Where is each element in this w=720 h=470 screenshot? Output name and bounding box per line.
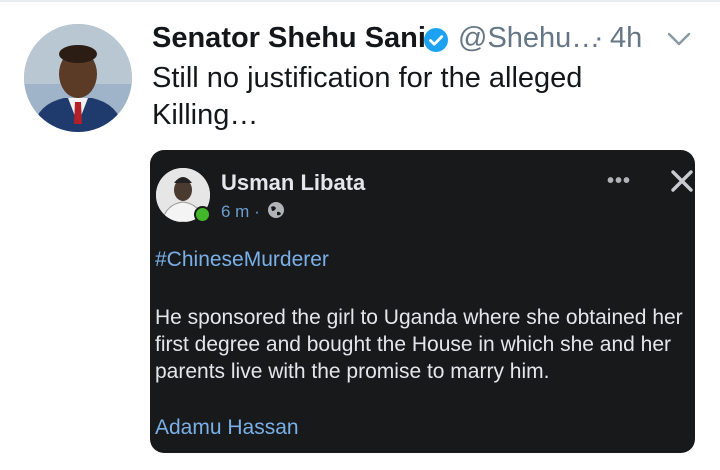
- globe-icon: [268, 202, 284, 218]
- verified-badge-icon: [424, 28, 448, 52]
- post-signature: Adamu Hassan: [155, 416, 299, 439]
- more-options-icon: •••: [607, 170, 632, 192]
- online-status-dot: [194, 206, 211, 223]
- chevron-down-icon[interactable]: [666, 28, 692, 50]
- author-avatar[interactable]: [24, 24, 132, 132]
- author-name[interactable]: Senator Shehu Sani: [152, 22, 426, 55]
- post-meta-separator: ·: [254, 202, 260, 221]
- post-hashtag: #ChineseMurderer: [155, 248, 329, 271]
- header-separator: ·: [594, 22, 604, 54]
- post-body-text: He sponsored the girl to Uganda where sh…: [155, 306, 683, 383]
- author-handle[interactable]: @Shehu…: [458, 22, 600, 55]
- close-icon: [671, 170, 693, 192]
- tweet-header: Senator Shehu Sani @Shehu… · 4h: [152, 22, 712, 58]
- post-meta: 6 m ·: [221, 202, 260, 222]
- top-divider: [0, 0, 720, 2]
- tweet-timestamp[interactable]: 4h: [610, 22, 642, 55]
- post-author-name: Usman Libata: [221, 170, 366, 195]
- tweet-text: Still no justification for the alleged K…: [152, 62, 583, 131]
- post-time: 6 m: [221, 202, 250, 221]
